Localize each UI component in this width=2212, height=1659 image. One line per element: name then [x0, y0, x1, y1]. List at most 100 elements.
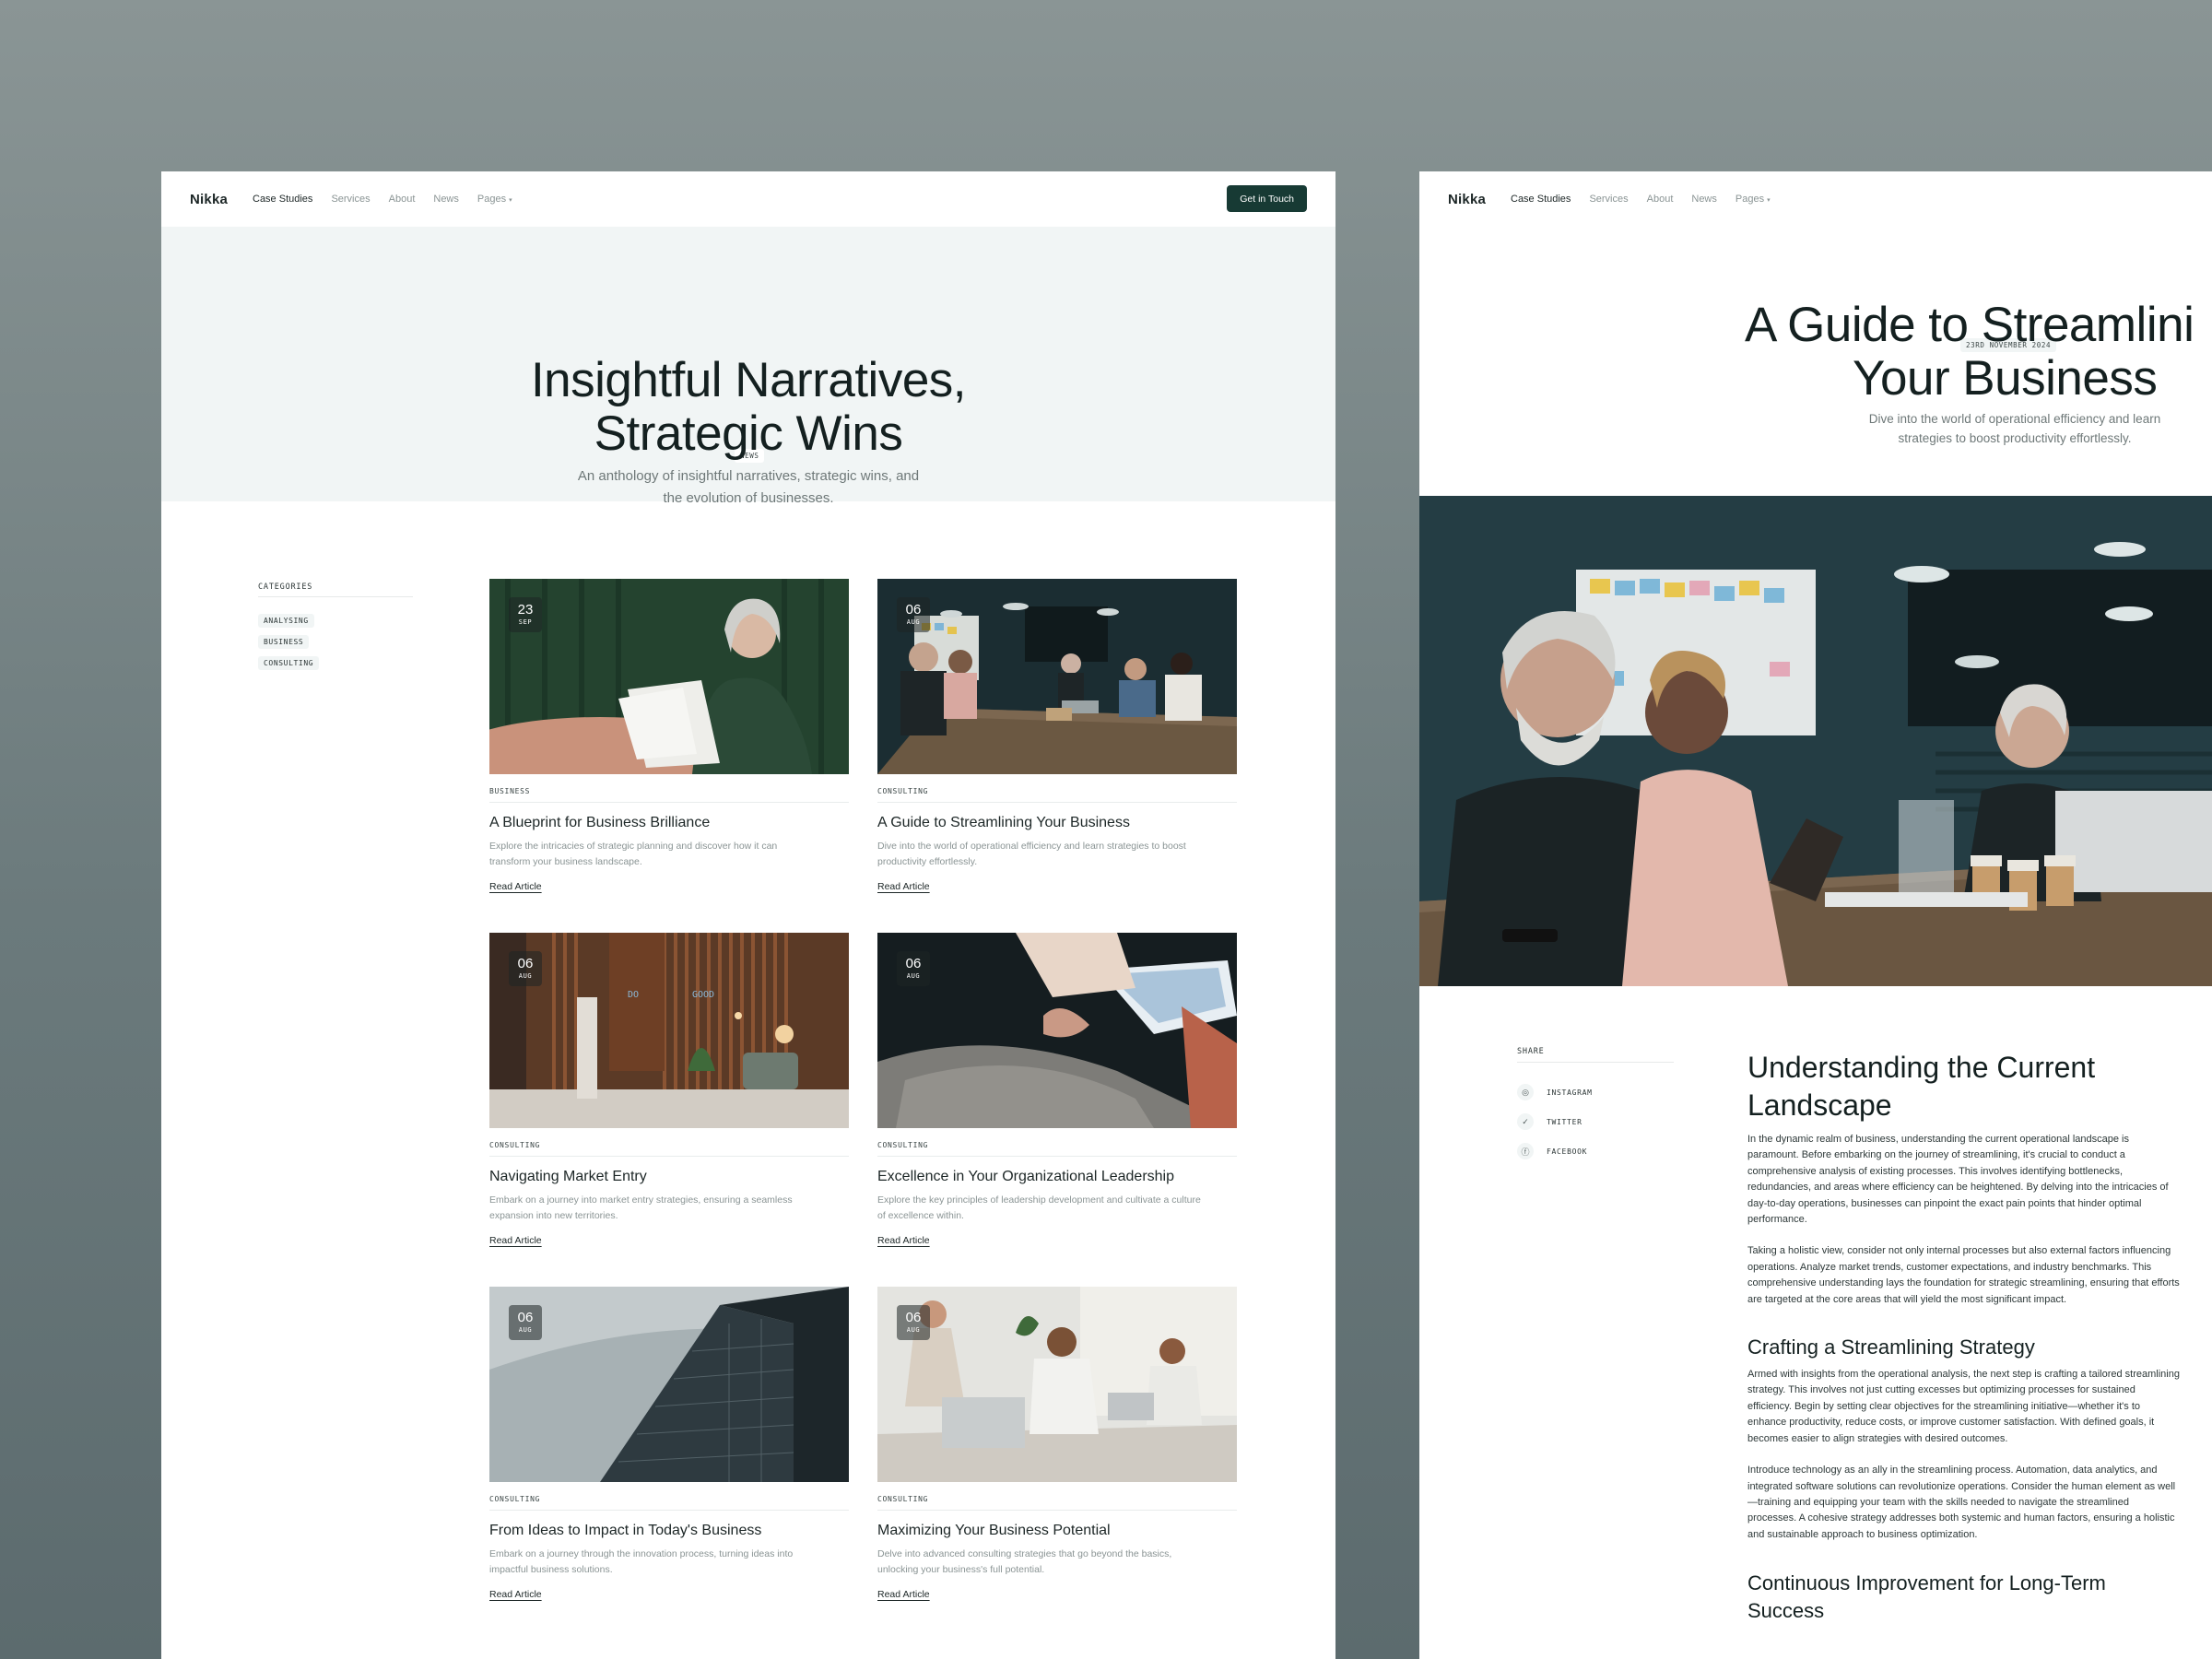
- post-thumbnail[interactable]: DO GOOD 06 AUG: [489, 933, 849, 1128]
- divider: [258, 596, 413, 597]
- divider: [489, 1510, 849, 1511]
- article-body: Understanding the Current Landscape In th…: [1747, 1049, 2181, 1625]
- date-month: AUG: [906, 1326, 921, 1334]
- post-description-line1: Explore the intricacies of strategic pla…: [489, 841, 778, 852]
- top-nav: Nikka Case Studies Services About News P…: [161, 171, 1335, 227]
- heading-line1: Continuous Improvement for Long-Term: [1747, 1571, 2106, 1595]
- post-card[interactable]: 06 AUG CONSULTING Excellence in Your Orga…: [877, 933, 1237, 1246]
- post-title[interactable]: Maximizing Your Business Potential: [877, 1523, 1111, 1539]
- category-chip-analysing[interactable]: ANALYSING: [258, 614, 314, 628]
- paragraph: Taking a holistic view, consider not onl…: [1747, 1245, 2180, 1305]
- read-article-link[interactable]: Read Article: [489, 1235, 542, 1246]
- post-description: Embark on a journey through the innovati…: [489, 1547, 830, 1578]
- article-hero: 23RD NOVEMBER 2024 A Guide to Streamlini…: [1419, 227, 2212, 496]
- post-description: Embark on a journey into market entry st…: [489, 1193, 830, 1224]
- paragraph: Armed with insights from the operational…: [1747, 1369, 2180, 1444]
- post-description-line2: productivity effortlessly.: [877, 856, 978, 867]
- post-thumbnail[interactable]: 06 AUG: [877, 933, 1237, 1128]
- post-title[interactable]: A Guide to Streamlining Your Business: [877, 815, 1130, 831]
- article-title-line2: Your Business: [1853, 351, 2158, 406]
- post-description-line2: of excellence within.: [877, 1210, 964, 1221]
- date-day: 06: [517, 1310, 534, 1325]
- nav-item-pages[interactable]: Pages ▾: [477, 194, 512, 205]
- date-month: AUG: [518, 972, 533, 980]
- read-article-link[interactable]: Read Article: [877, 1235, 930, 1246]
- post-title[interactable]: Navigating Market Entry: [489, 1169, 647, 1185]
- post-category: CONSULTING: [877, 1495, 929, 1503]
- date-badge: 06 AUG: [509, 1305, 542, 1340]
- categories-title: CATEGORIES: [258, 582, 313, 592]
- post-title[interactable]: Excellence in Your Organizational Leader…: [877, 1169, 1174, 1185]
- nav-item-news[interactable]: News: [433, 194, 459, 205]
- post-thumbnail[interactable]: 06 AUG: [489, 1287, 849, 1482]
- post-thumbnail[interactable]: 06 AUG: [877, 1287, 1237, 1482]
- post-category: BUSINESS: [489, 787, 531, 795]
- post-description-line1: Delve into advanced consulting strategie…: [877, 1548, 1172, 1559]
- post-description-line1: Embark on a journey through the innovati…: [489, 1548, 794, 1559]
- post-description-line2: expansion into new territories.: [489, 1210, 618, 1221]
- date-badge: 23 SEP: [509, 597, 542, 632]
- nav-item-about[interactable]: About: [389, 194, 416, 205]
- post-title[interactable]: From Ideas to Impact in Today's Business: [489, 1523, 761, 1539]
- heading-line2: Success: [1747, 1599, 1825, 1623]
- category-chip-consulting[interactable]: CONSULTING: [258, 656, 320, 670]
- date-badge: 06 AUG: [897, 951, 930, 986]
- section-heading: Understanding the Current Landscape: [1747, 1049, 2181, 1124]
- divider: [489, 802, 849, 803]
- divider: [489, 1156, 849, 1157]
- post-title[interactable]: A Blueprint for Business Brilliance: [489, 815, 710, 831]
- nav-item-case-studies[interactable]: Case Studies: [253, 194, 312, 205]
- article-hero-image: [1419, 496, 2212, 986]
- date-badge: 06 AUG: [897, 597, 930, 632]
- nav-item-services[interactable]: Services: [1589, 194, 1628, 205]
- heading-line1: Understanding the Current: [1747, 1051, 2096, 1084]
- article-title-line1: A Guide to Streamlini: [1745, 298, 2194, 352]
- nav-menu: Case Studies Services About News Pages ▾: [1511, 171, 1789, 227]
- page-subtitle-line1: An anthology of insightful narratives, s…: [577, 468, 920, 484]
- svg-text:DO: DO: [628, 990, 639, 1000]
- logo[interactable]: Nikka: [190, 192, 228, 207]
- share-facebook[interactable]: ⓕ FACEBOOK: [1517, 1143, 1587, 1159]
- chevron-down-icon: ▾: [1767, 197, 1771, 204]
- category-chip-business[interactable]: BUSINESS: [258, 635, 310, 649]
- post-card[interactable]: 06 AUG CONSULTING A Guide to Streamlining…: [877, 579, 1237, 892]
- share-title: SHARE: [1517, 1047, 1545, 1056]
- date-day: 06: [905, 956, 922, 971]
- nav-item-pages[interactable]: Pages ▾: [1735, 194, 1771, 205]
- share-twitter[interactable]: ✓ TWITTER: [1517, 1113, 1583, 1130]
- svg-text:GOOD: GOOD: [692, 990, 714, 1000]
- post-thumbnail[interactable]: 06 AUG: [877, 579, 1237, 774]
- post-description: Delve into advanced consulting strategie…: [877, 1547, 1218, 1578]
- nav-item-services[interactable]: Services: [331, 194, 370, 205]
- post-card[interactable]: 23 SEP BUSINESS A Blueprint for Business …: [489, 579, 849, 892]
- divider: [1517, 1062, 1674, 1063]
- post-card[interactable]: 06 AUG CONSULTING Maximizing Your Busines…: [877, 1287, 1237, 1600]
- post-category: CONSULTING: [877, 787, 929, 795]
- read-article-link[interactable]: Read Article: [877, 1589, 930, 1600]
- instagram-icon: ◎: [1517, 1084, 1534, 1100]
- date-month: AUG: [906, 618, 921, 626]
- nav-item-news[interactable]: News: [1691, 194, 1717, 205]
- post-card[interactable]: 06 AUG CONSULTING From Ideas to Impact in…: [489, 1287, 849, 1600]
- post-description: Dive into the world of operational effic…: [877, 839, 1218, 870]
- logo[interactable]: Nikka: [1448, 192, 1486, 207]
- share-instagram[interactable]: ◎ INSTAGRAM: [1517, 1084, 1593, 1100]
- divider: [877, 802, 1237, 803]
- section-heading: Continuous Improvement for Long-Term Succ…: [1747, 1570, 2181, 1625]
- news-listing-page: Nikka Case Studies Services About News P…: [161, 171, 1335, 1659]
- hero-section: NEWS Insightful Narratives, Strategic Wi…: [161, 227, 1335, 506]
- date-day: 23: [517, 602, 534, 618]
- nav-item-about[interactable]: About: [1647, 194, 1674, 205]
- read-article-link[interactable]: Read Article: [489, 1589, 542, 1600]
- post-category: CONSULTING: [489, 1495, 541, 1503]
- read-article-link[interactable]: Read Article: [877, 881, 930, 892]
- article-subtitle-line2: strategies to boost productivity effortl…: [1898, 431, 2132, 445]
- read-article-link[interactable]: Read Article: [489, 881, 542, 892]
- post-thumbnail[interactable]: 23 SEP: [489, 579, 849, 774]
- twitter-icon: ✓: [1517, 1113, 1534, 1130]
- date-month: AUG: [518, 1326, 533, 1334]
- date-badge: 06 AUG: [897, 1305, 930, 1340]
- get-in-touch-button[interactable]: Get in Touch: [1227, 185, 1307, 212]
- nav-item-case-studies[interactable]: Case Studies: [1511, 194, 1571, 205]
- post-card[interactable]: DO GOOD 06 AUG CONSULTING Navigating Mark…: [489, 933, 849, 1246]
